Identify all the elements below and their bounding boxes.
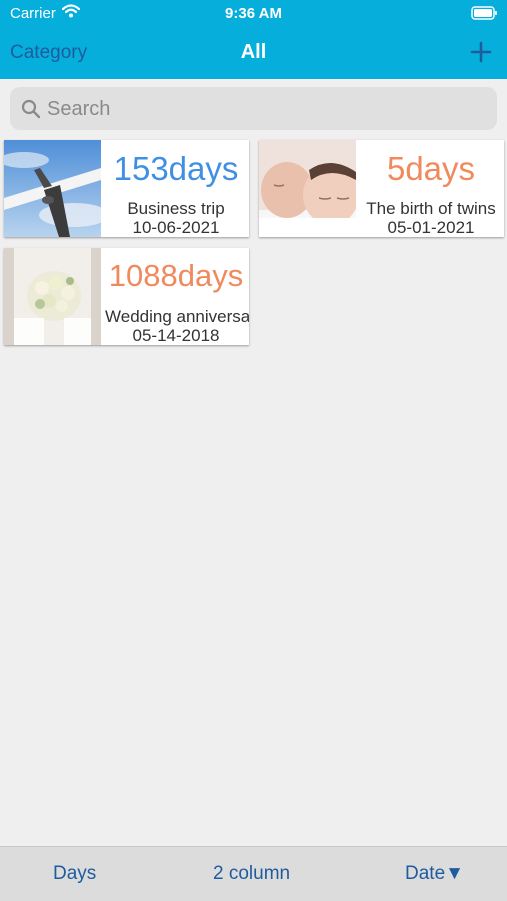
bottom-toolbar: Days 2 column Date▼ — [0, 846, 507, 901]
days-count: 153days — [113, 150, 239, 187]
airplane-photo — [4, 140, 101, 237]
nav-bar: Category All — [0, 28, 507, 79]
event-label: The birth of twins — [366, 199, 496, 218]
bouquet-photo — [4, 248, 101, 345]
event-date: 10-06-2021 — [132, 218, 220, 237]
search-icon — [21, 99, 41, 119]
event-card-twins[interactable]: 5days The birth of twins 05-01-2021 — [259, 140, 504, 237]
search-input[interactable]: Search — [10, 87, 497, 130]
column-toggle-button[interactable]: 2 column — [213, 863, 290, 885]
days-button[interactable]: Days — [53, 863, 96, 885]
plus-icon[interactable] — [470, 41, 492, 63]
clock: 9:36 AM — [225, 5, 282, 22]
event-date: 05-14-2018 — [132, 326, 220, 345]
battery-icon — [471, 6, 497, 20]
days-count: 5days — [386, 150, 476, 187]
top-bar: Carrier 9:36 AM Category All — [0, 0, 507, 79]
search-placeholder: Search — [47, 98, 111, 120]
twins-photo — [259, 140, 356, 237]
event-card-business-trip[interactable]: 153days Business trip 10-06-2021 — [4, 140, 249, 237]
sort-date-button[interactable]: Date▼ — [405, 863, 464, 885]
event-card-wedding[interactable]: 1088days Wedding anniversary 05-14-2018 — [4, 248, 249, 345]
event-label: Wedding anniversary — [105, 307, 249, 326]
event-date: 05-01-2021 — [387, 218, 475, 237]
status-bar: Carrier 9:36 AM — [0, 0, 507, 28]
category-button[interactable]: Category — [10, 42, 87, 64]
days-count: 1088days — [108, 258, 244, 293]
event-label: Business trip — [127, 199, 225, 218]
